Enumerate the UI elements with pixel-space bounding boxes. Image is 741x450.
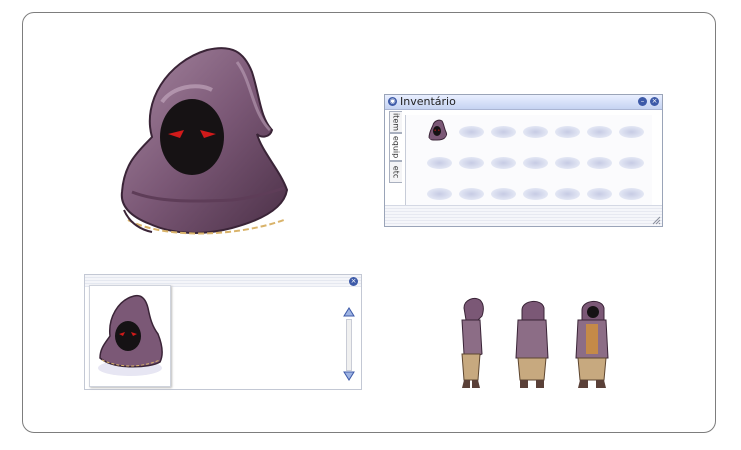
tab-item[interactable]: item (389, 111, 402, 133)
description-scrollbar[interactable] (343, 307, 355, 381)
inventory-slot[interactable] (491, 157, 516, 169)
resize-grip-icon[interactable] (651, 215, 661, 225)
inventory-tabs: item equip etc (389, 111, 403, 189)
inventory-title: Inventário (400, 95, 456, 108)
tab-equip-label: equip (391, 135, 401, 159)
inventory-grid (405, 115, 652, 205)
tab-equip[interactable]: equip (389, 133, 402, 161)
window-icon: ◉ (388, 97, 397, 106)
minimize-icon[interactable]: – (638, 97, 647, 106)
inventory-slot[interactable] (459, 188, 484, 200)
inventory-titlebar[interactable]: ◉ Inventário – × (385, 95, 662, 110)
character-sprite-side (461, 297, 484, 388)
item-description-window: × (84, 274, 362, 390)
hood-illustration (120, 47, 289, 235)
scroll-down-icon[interactable] (343, 371, 355, 381)
inventory-slot[interactable] (619, 188, 644, 200)
inventory-slot[interactable] (587, 188, 612, 200)
scroll-track[interactable] (346, 319, 352, 371)
inventory-slot[interactable] (427, 157, 452, 169)
inventory-slot[interactable] (427, 188, 452, 200)
character-sprite-front (575, 301, 609, 388)
item-picture (89, 285, 171, 387)
inventory-footer (385, 205, 662, 226)
inventory-slot[interactable] (523, 126, 548, 138)
inventory-slot[interactable] (587, 157, 612, 169)
inventory-slot[interactable] (491, 126, 516, 138)
hood-item-icon[interactable] (426, 118, 448, 142)
item-description-text (177, 291, 337, 381)
inventory-slot[interactable] (619, 126, 644, 138)
inventory-slot[interactable] (555, 157, 580, 169)
inventory-slot[interactable] (459, 157, 484, 169)
inventory-slot[interactable] (555, 188, 580, 200)
inventory-slot[interactable] (523, 188, 548, 200)
close-icon[interactable]: × (650, 97, 659, 106)
character-sprite-back (515, 301, 549, 388)
inventory-slot[interactable] (555, 126, 580, 138)
inventory-slot[interactable] (587, 126, 612, 138)
inventory-window: ◉ Inventário – × item equip etc (384, 94, 663, 227)
inventory-slot[interactable] (619, 157, 644, 169)
hood-picture-icon (98, 294, 163, 376)
inventory-slot[interactable] (491, 188, 516, 200)
close-icon[interactable]: × (349, 277, 358, 286)
inventory-slot[interactable] (523, 157, 548, 169)
tab-etc[interactable]: etc (389, 161, 402, 183)
tab-etc-label: etc (391, 165, 401, 179)
tab-item-label: item (391, 112, 401, 132)
scroll-up-icon[interactable] (343, 307, 355, 317)
inventory-slot[interactable] (459, 126, 484, 138)
